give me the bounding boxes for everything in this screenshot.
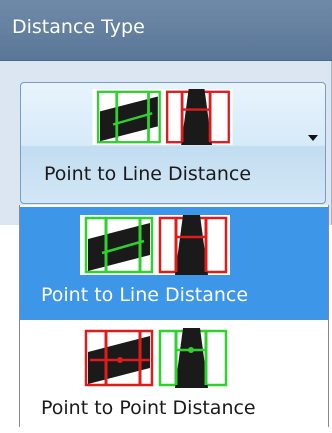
group-title: Distance Type — [12, 16, 145, 38]
point-to-line-icon — [92, 89, 233, 145]
point-to-point-icon — [80, 328, 230, 388]
chevron-down-icon[interactable] — [308, 135, 318, 141]
option-label: Point to Point Distance — [41, 397, 256, 419]
distance-type-dropdown-list: Point to Line Distance Point to Point Di… — [19, 205, 329, 427]
combobox-selected-label: Point to Line Distance — [44, 163, 252, 185]
option-label: Point to Line Distance — [41, 284, 249, 306]
distance-type-group: Distance Type Point to Line Distance — [0, 0, 332, 225]
option-point-to-line[interactable]: Point to Line Distance — [20, 207, 328, 320]
option-point-to-point[interactable]: Point to Point Distance — [20, 320, 328, 433]
point-to-line-icon — [80, 215, 230, 275]
distance-type-combobox[interactable]: Point to Line Distance — [20, 82, 326, 204]
group-header: Distance Type — [0, 0, 332, 61]
